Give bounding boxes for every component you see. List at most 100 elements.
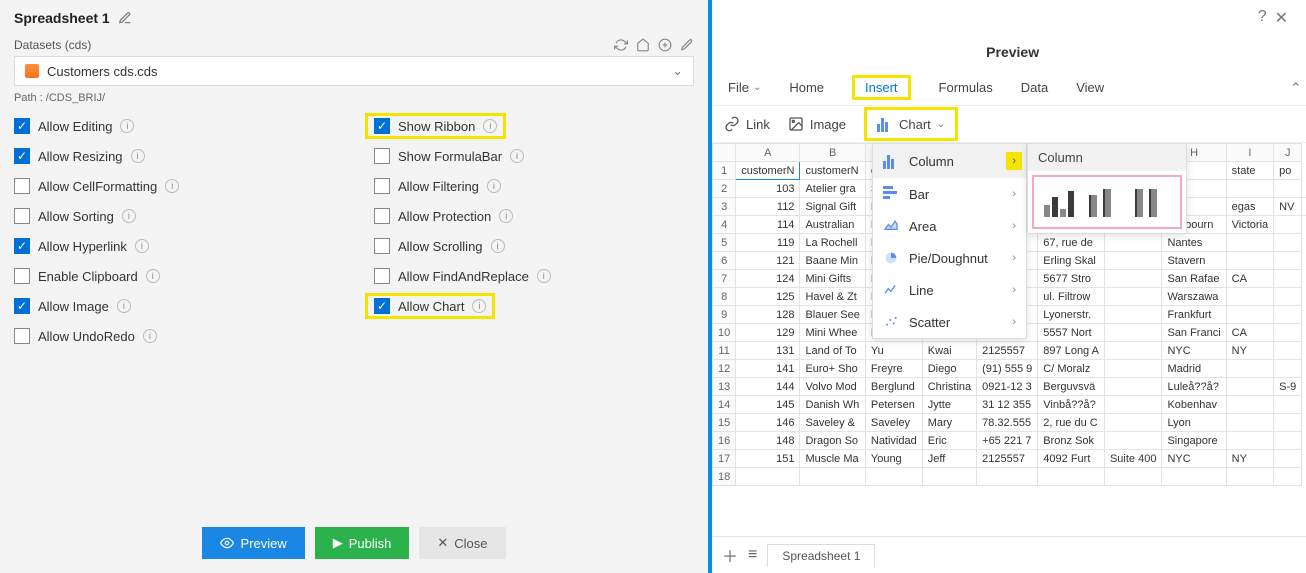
cell[interactable]: Jeff	[922, 450, 976, 468]
info-icon[interactable]: i	[131, 149, 145, 163]
info-icon[interactable]: i	[143, 329, 157, 343]
cell[interactable]	[1302, 198, 1306, 216]
cell[interactable]	[1226, 306, 1273, 324]
edit-dataset-icon[interactable]	[680, 38, 694, 52]
cell[interactable]: C/ Moralz	[1038, 360, 1105, 378]
cell[interactable]	[1226, 360, 1273, 378]
col-header[interactable]: A	[736, 144, 800, 162]
tab-file[interactable]: File ⌄	[724, 76, 765, 99]
cell[interactable]: 31 12 355	[977, 396, 1038, 414]
clustered-column-thumb[interactable]	[1044, 187, 1079, 217]
cell[interactable]: 4092 Furt	[1038, 450, 1105, 468]
row-header[interactable]: 7	[713, 270, 736, 288]
cell[interactable]: NY	[1226, 342, 1273, 360]
row-header[interactable]: 8	[713, 288, 736, 306]
cell[interactable]: Vinbå??å?	[1038, 396, 1105, 414]
row-header[interactable]: 2	[713, 180, 736, 198]
chart-menu-pie-doughnut[interactable]: Pie/Doughnut›	[873, 242, 1026, 274]
chart-menu-line[interactable]: Line›	[873, 274, 1026, 306]
cell[interactable]: Signal Gift	[800, 198, 865, 216]
cell[interactable]: Frankfurt	[1162, 306, 1226, 324]
cell[interactable]	[1104, 252, 1161, 270]
cell[interactable]: CA	[1226, 324, 1273, 342]
all-sheets-icon[interactable]: ≡	[748, 546, 757, 564]
cell[interactable]: Volvo Mod	[800, 378, 865, 396]
info-icon[interactable]: i	[122, 209, 136, 223]
option-allow-chart[interactable]: Allow Charti	[374, 298, 694, 314]
cell[interactable]: po	[1274, 162, 1302, 180]
cell[interactable]	[1226, 414, 1273, 432]
checkbox[interactable]	[374, 238, 390, 254]
row-header[interactable]: 1	[713, 162, 736, 180]
cell[interactable]: Baane Min	[800, 252, 865, 270]
cell[interactable]: 141	[736, 360, 800, 378]
chart-menu-area[interactable]: Area›	[873, 210, 1026, 242]
row-header[interactable]: 6	[713, 252, 736, 270]
tab-view[interactable]: View	[1072, 76, 1108, 99]
cell[interactable]	[1274, 252, 1302, 270]
chart-menu-bar[interactable]: Bar›	[873, 178, 1026, 210]
cell[interactable]: Bronz Sok	[1038, 432, 1105, 450]
info-icon[interactable]: i	[487, 179, 501, 193]
row-header[interactable]: 5	[713, 234, 736, 252]
cell[interactable]	[1274, 234, 1302, 252]
cell[interactable]: Jytte	[922, 396, 976, 414]
cell[interactable]: NY	[1226, 450, 1273, 468]
cell[interactable]: S-9	[1274, 378, 1302, 396]
info-icon[interactable]: i	[135, 239, 149, 253]
option-show-ribbon[interactable]: Show Ribboni	[374, 118, 694, 134]
cell[interactable]: 112	[736, 198, 800, 216]
cell[interactable]: Freyre	[865, 360, 922, 378]
cell[interactable]: 131	[736, 342, 800, 360]
cell[interactable]: Australian	[800, 216, 865, 234]
home-icon[interactable]	[636, 38, 650, 52]
option-allow-scrolling[interactable]: Allow Scrollingi	[374, 238, 694, 254]
cell[interactable]	[1274, 180, 1302, 198]
cell[interactable]: 144	[736, 378, 800, 396]
info-icon[interactable]: i	[499, 209, 513, 223]
cell[interactable]: Euro+ Sho	[800, 360, 865, 378]
option-allow-filtering[interactable]: Allow Filteringi	[374, 178, 694, 194]
add-sheet-icon[interactable]: ＋	[722, 543, 738, 567]
cell[interactable]: Saveley &	[800, 414, 865, 432]
cell[interactable]: 125	[736, 288, 800, 306]
cell[interactable]: 121	[736, 252, 800, 270]
info-icon[interactable]: i	[146, 269, 160, 283]
cell[interactable]	[1226, 378, 1273, 396]
option-allow-hyperlink[interactable]: Allow Hyperlinki	[14, 238, 334, 254]
cell[interactable]: CA	[1226, 270, 1273, 288]
cell[interactable]: Warszawa	[1162, 288, 1226, 306]
cell[interactable]: Atelier gra	[800, 180, 865, 198]
col-header[interactable]: I	[1226, 144, 1273, 162]
row-header[interactable]: 17	[713, 450, 736, 468]
tab-data[interactable]: Data	[1017, 76, 1052, 99]
info-icon[interactable]: i	[472, 299, 486, 313]
row-header[interactable]: 11	[713, 342, 736, 360]
cell[interactable]	[1226, 432, 1273, 450]
cell[interactable]	[1274, 432, 1302, 450]
cell[interactable]: Mini Whee	[800, 324, 865, 342]
cell[interactable]: Havel & Zt	[800, 288, 865, 306]
cell[interactable]	[1274, 216, 1302, 234]
chart-menu-column[interactable]: Column›	[873, 144, 1026, 178]
cell[interactable]: Luleå??å?	[1162, 378, 1226, 396]
cell[interactable]: 124	[736, 270, 800, 288]
cell[interactable]: NYC	[1162, 450, 1226, 468]
cell[interactable]	[1274, 288, 1302, 306]
help-icon[interactable]: ?	[1258, 8, 1267, 28]
cell[interactable]: 128	[736, 306, 800, 324]
cell[interactable]	[1274, 306, 1302, 324]
row-header[interactable]: 10	[713, 324, 736, 342]
cell[interactable]: Erling Skal	[1038, 252, 1105, 270]
checkbox[interactable]	[14, 208, 30, 224]
option-allow-cellformatting[interactable]: Allow CellFormattingi	[14, 178, 334, 194]
add-icon[interactable]	[658, 38, 672, 52]
cell[interactable]	[1104, 270, 1161, 288]
cell[interactable]	[1226, 252, 1273, 270]
cell[interactable]: 897 Long A	[1038, 342, 1105, 360]
cell[interactable]: Land of To	[800, 342, 865, 360]
cell[interactable]	[1104, 288, 1161, 306]
cell[interactable]	[1104, 306, 1161, 324]
cell[interactable]: Stavern	[1162, 252, 1226, 270]
cell[interactable]: Blauer See	[800, 306, 865, 324]
